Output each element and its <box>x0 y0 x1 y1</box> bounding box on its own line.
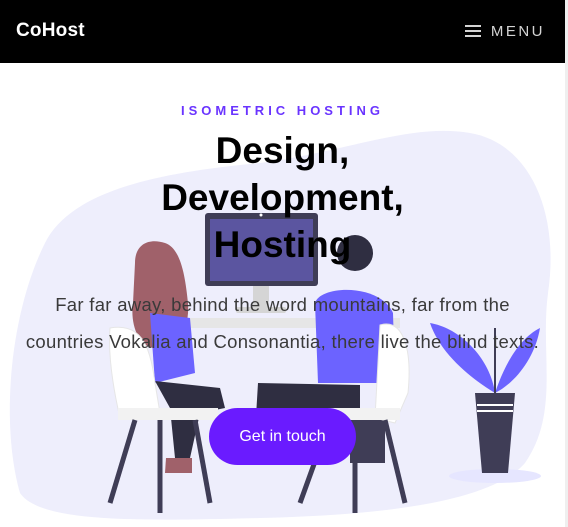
hamburger-icon <box>464 25 481 38</box>
headline-line-3: Hosting <box>213 224 352 265</box>
hero-headline: Design, Development, Hosting <box>0 127 565 268</box>
woman-shoe <box>165 458 192 473</box>
brand-logo[interactable]: CoHost <box>16 20 85 42</box>
menu-label: MENU <box>490 23 545 40</box>
top-navbar: CoHost MENU <box>0 0 565 63</box>
hero-kicker: ISOMETRIC HOSTING <box>180 103 385 118</box>
hero-section: ISOMETRIC HOSTING Design, Development, H… <box>0 63 565 527</box>
headline-line-1: Design, <box>215 130 350 171</box>
hero-description: Far far away, behind the word mountains,… <box>25 294 540 352</box>
headline-line-2: Development, <box>161 177 404 218</box>
get-in-touch-button[interactable]: Get in touch <box>209 408 356 465</box>
menu-button[interactable]: MENU <box>464 23 545 40</box>
woman-chair-seat <box>118 408 218 420</box>
